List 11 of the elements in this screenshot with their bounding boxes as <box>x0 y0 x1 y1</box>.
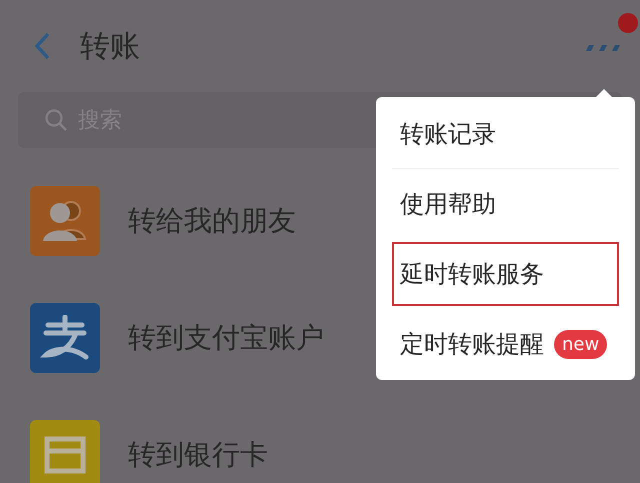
back-icon[interactable] <box>34 32 50 60</box>
more-icon[interactable] <box>584 44 620 52</box>
new-badge: new <box>554 330 608 358</box>
payment-logo-icon <box>30 303 100 373</box>
menu-item[interactable]: 延时转账服务 <box>392 242 619 306</box>
page-title: 转账 <box>80 28 140 66</box>
card-icon <box>30 420 100 483</box>
contacts-icon <box>30 186 100 256</box>
menu-item[interactable]: 定时转账提醒 new <box>392 312 619 376</box>
menu-item[interactable]: 使用帮助 <box>392 172 619 236</box>
search-icon <box>44 108 68 132</box>
